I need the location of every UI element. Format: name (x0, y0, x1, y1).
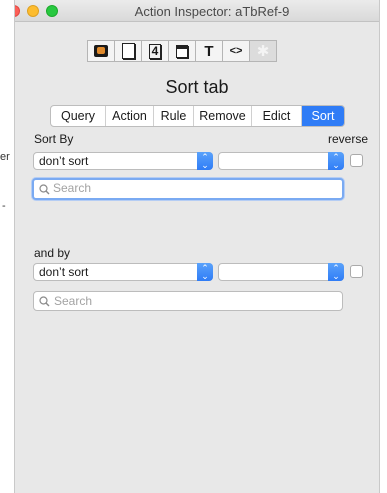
secondary-reverse-checkbox[interactable] (350, 265, 363, 278)
sub-tab-bar: Query Action Rule Remove Edict Sort (50, 105, 345, 127)
chevron-updown-icon: ⌃ ⌄ (197, 263, 213, 281)
data-tab-icon: 4 (148, 43, 162, 59)
chevron-updown-icon: ⌃ ⌄ (328, 152, 344, 170)
inspector-toolbar: 4 T <> ✱ (87, 40, 277, 64)
secondary-sort-attribute-value: don’t sort (39, 265, 89, 279)
general-tab-button[interactable] (87, 40, 115, 62)
action-gear-icon: ✱ (256, 43, 270, 60)
tab-remove[interactable]: Remove (194, 106, 252, 126)
tab-sort[interactable]: Sort (302, 106, 344, 126)
sort-reverse-checkbox[interactable] (350, 154, 363, 167)
secondary-search-field[interactable]: Search (33, 291, 343, 311)
background-window-text: er (0, 151, 10, 163)
code-icon: <> (229, 45, 243, 57)
appearance-tab-button[interactable] (168, 40, 196, 62)
window-title: Action Inspector: aTbRef-9 (134, 4, 290, 19)
search-icon (39, 296, 50, 307)
search-icon (39, 184, 50, 195)
general-tab-icon (94, 45, 108, 57)
text-style-tab-button[interactable]: T (195, 40, 223, 62)
secondary-sort-attribute-popup[interactable]: don’t sort ⌃ ⌄ (33, 263, 213, 281)
data-tab-button[interactable]: 4 (141, 40, 169, 62)
text-tab-icon (121, 43, 135, 59)
action-tab-button[interactable]: ✱ (249, 40, 277, 62)
tab-edict[interactable]: Edict (252, 106, 302, 126)
and-by-label: and by (34, 246, 71, 260)
code-tab-button[interactable]: <> (222, 40, 250, 62)
tab-rule[interactable]: Rule (154, 106, 194, 126)
sort-attribute-popup[interactable]: don’t sort ⌃ ⌄ (33, 152, 213, 170)
chevron-updown-icon: ⌃ ⌄ (328, 263, 344, 281)
reverse-label: reverse (328, 132, 369, 146)
appearance-tab-icon (176, 44, 188, 58)
search-placeholder: Search (54, 294, 93, 308)
sort-search-field[interactable]: Search (32, 178, 344, 200)
secondary-sort-type-popup[interactable]: ⌃ ⌄ (218, 263, 344, 281)
sort-type-popup[interactable]: ⌃ ⌄ (218, 152, 344, 170)
background-window-text: - (2, 200, 6, 212)
sort-by-label: Sort By (34, 132, 74, 146)
chevron-updown-icon: ⌃ ⌄ (197, 152, 213, 170)
page-title: Sort tab (165, 77, 229, 97)
text-tab-button[interactable] (114, 40, 142, 62)
tab-query[interactable]: Query (51, 106, 106, 126)
sort-attribute-value: don’t sort (39, 154, 89, 168)
title-bar[interactable]: Action Inspector: aTbRef-9 (15, 0, 379, 22)
text-style-icon: T (204, 42, 214, 60)
inspector-window: Action Inspector: aTbRef-9 4 T <> ✱ Sort… (14, 0, 380, 493)
tab-action[interactable]: Action (106, 106, 154, 126)
search-placeholder: Search (53, 181, 92, 195)
